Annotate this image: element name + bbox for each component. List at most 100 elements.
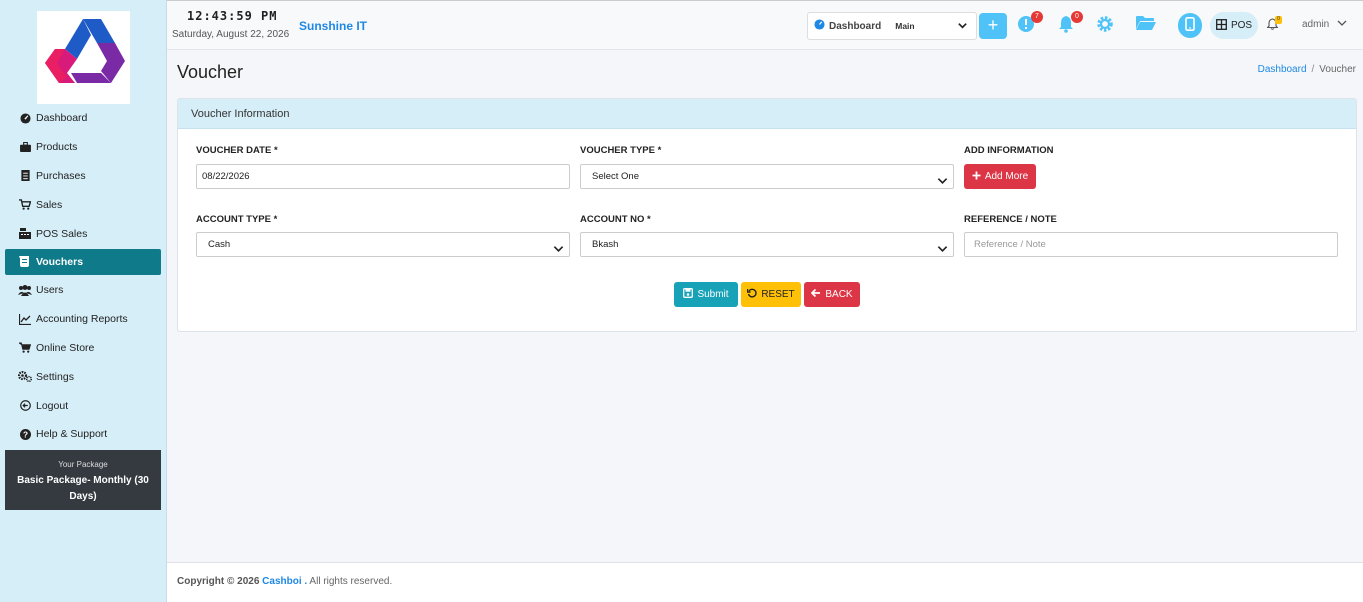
mobile-icon [1185,17,1195,34]
sidebar-item-purchases[interactable]: Purchases [5,162,161,191]
plus-icon: + [987,15,999,35]
add-more-button[interactable]: Add More [964,164,1036,189]
store-cart-icon [18,342,32,354]
sidebar-item-label: Products [36,141,78,154]
document-icon [18,170,32,182]
sidebar-item-label: Purchases [36,169,86,182]
user-notifications-button[interactable]: 0 [1266,16,1282,33]
company-name[interactable]: Sunshine IT [299,19,367,33]
voucher-date-input[interactable]: 08/22/2026 [196,164,570,189]
line-chart-icon [18,313,32,325]
sidebar-item-label: Vouchers [36,255,84,268]
quick-add-button[interactable]: + [979,13,1007,39]
gears-icon [18,371,32,383]
receipt-icon [18,256,32,268]
reference-note-label: REFERENCE / NOTE [964,214,1057,225]
settings-button[interactable] [1096,15,1116,35]
voucher-type-select[interactable]: Select One [580,164,954,189]
sidebar: Dashboard Products Purchases Sales POS S… [0,0,167,602]
account-type-value: Cash [208,239,231,250]
footer-brand-link[interactable]: Cashboi . [262,576,307,587]
logout-icon [18,400,32,412]
account-type-select[interactable]: Cash [196,232,570,257]
sidebar-item-label: Accounting Reports [36,313,128,326]
sidebar-item-label: POS Sales [36,227,88,240]
breadcrumb-dashboard-link[interactable]: Dashboard [1258,64,1307,75]
add-more-label: Add More [984,171,1029,182]
dashboard-select-value: Main [895,21,915,31]
plus-icon [972,171,985,183]
chevron-down-icon [957,20,968,34]
pos-label: POS [1230,20,1253,31]
rights-text: All rights reserved. [309,576,393,587]
sidebar-item-label: Logout [36,399,69,412]
copyright-text: Copyright © 2026 [177,576,260,587]
gear-icon [1096,16,1114,36]
submit-label: Submit [697,289,729,300]
sidebar-nav: Dashboard Products Purchases Sales POS S… [5,104,161,449]
help-icon: ? [18,428,32,440]
dashboard-select-label: Dashboard [829,20,882,32]
reset-button[interactable]: RESET [741,282,801,307]
grid-icon [1215,18,1227,33]
pos-button[interactable]: POS [1210,12,1258,39]
package-name: Basic Package- Monthly (30 Days) [17,475,149,502]
voucher-date-label: VOUCHER DATE * [196,145,278,156]
account-type-label: ACCOUNT TYPE * [196,214,278,225]
back-label: BACK [825,289,853,300]
mobile-app-button[interactable] [1178,13,1202,38]
top-bar: 12:43:59 PM Saturday, August 22, 2026 Su… [167,0,1363,50]
alerts-badge: 7 [1031,11,1043,23]
save-icon [683,288,697,301]
sidebar-item-vouchers[interactable]: Vouchers [5,248,161,275]
user-menu[interactable]: admin [1302,19,1347,30]
voucher-information-card: Voucher Information VOUCHER DATE * 08/22… [177,98,1357,332]
sidebar-item-sales[interactable]: Sales [5,190,161,219]
package-label: Your Package [58,460,108,469]
dashboard-gauge-icon [814,19,825,33]
chevron-down-icon [937,240,948,263]
briefcase-icon [18,141,32,153]
sidebar-item-label: Online Store [36,341,95,354]
sidebar-item-logout[interactable]: Logout [5,391,161,420]
company-logo[interactable] [37,11,130,104]
alerts-button[interactable]: 7 [1017,11,1043,36]
chevron-down-icon [1337,19,1347,30]
sidebar-item-settings[interactable]: Settings [5,362,161,391]
voucher-type-value: Select One [592,171,639,182]
user-notifications-badge: 0 [1275,16,1282,24]
breadcrumb-current: Voucher [1319,64,1356,75]
sidebar-item-label: Dashboard [36,112,88,125]
sidebar-item-pos-sales[interactable]: POS Sales [5,219,161,248]
reset-label: RESET [761,289,795,300]
breadcrumb: Dashboard / Voucher [1258,64,1356,75]
cash-register-icon [18,228,32,240]
files-button[interactable] [1136,15,1158,35]
arrow-left-icon [811,288,825,301]
sidebar-item-products[interactable]: Products [5,133,161,162]
submit-button[interactable]: Submit [674,282,738,307]
dashboard-select[interactable]: Dashboard Main [807,12,977,40]
folder-open-icon [1136,16,1156,34]
back-button[interactable]: BACK [804,282,860,307]
account-no-value: Bkash [592,239,619,250]
voucher-type-label: VOUCHER TYPE * [580,145,662,156]
account-no-select[interactable]: Bkash [580,232,954,257]
sidebar-item-dashboard[interactable]: Dashboard [5,104,161,133]
sidebar-item-online-store[interactable]: Online Store [5,334,161,363]
sidebar-item-help-support[interactable]: ? Help & Support [5,420,161,449]
alert-circle-icon [1017,16,1035,36]
notifications-button[interactable]: 0 [1057,11,1083,35]
account-no-label: ACCOUNT NO * [580,214,651,225]
user-name: admin [1302,19,1330,30]
package-panel: Your Package Basic Package- Monthly (30 … [5,450,161,510]
cart-icon [18,199,32,211]
undo-icon [747,288,761,301]
users-icon [18,284,32,296]
sidebar-item-label: Sales [36,198,63,211]
breadcrumb-separator: / [1311,64,1315,75]
page-title: Voucher [177,62,244,82]
reference-note-input[interactable]: Reference / Note [964,232,1338,257]
sidebar-item-users[interactable]: Users [5,276,161,305]
sidebar-item-accounting-reports[interactable]: Accounting Reports [5,305,161,334]
